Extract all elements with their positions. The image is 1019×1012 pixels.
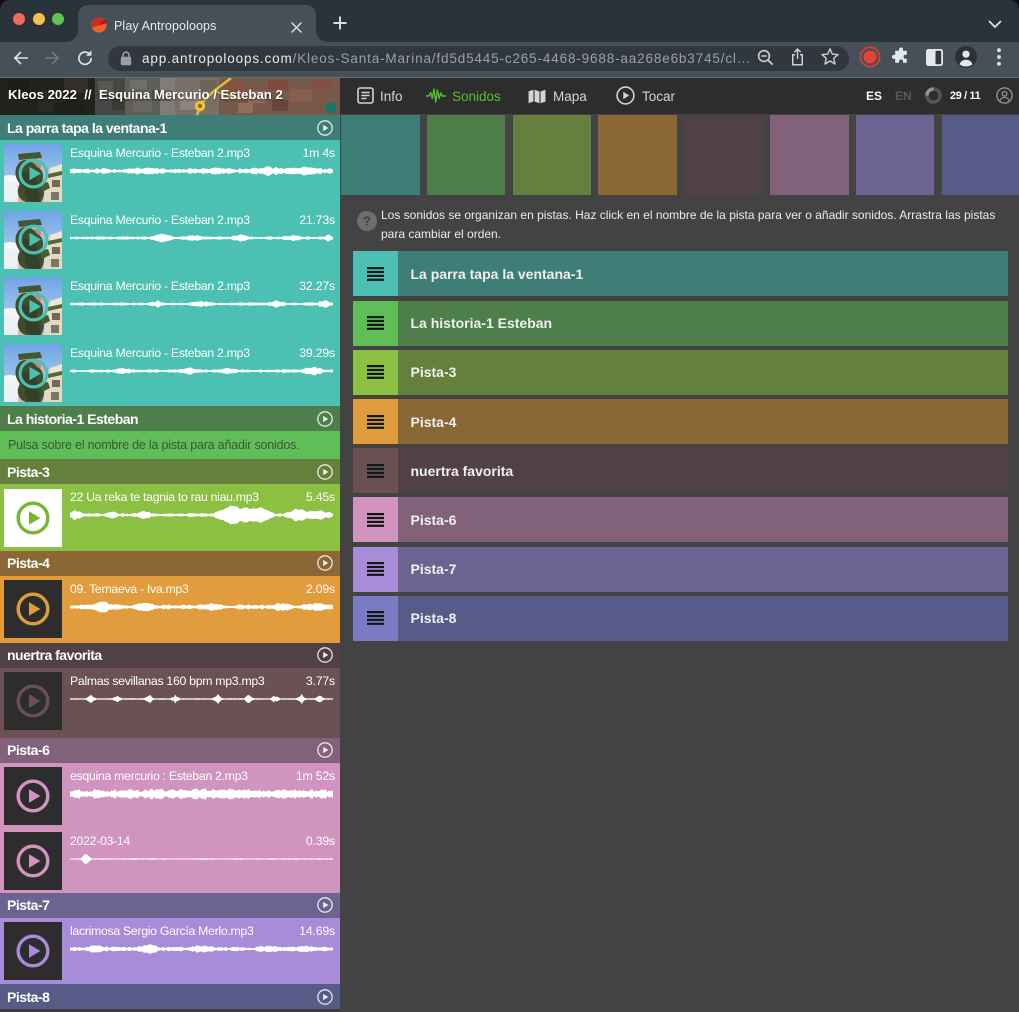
svg-text:?: ?	[363, 214, 371, 229]
